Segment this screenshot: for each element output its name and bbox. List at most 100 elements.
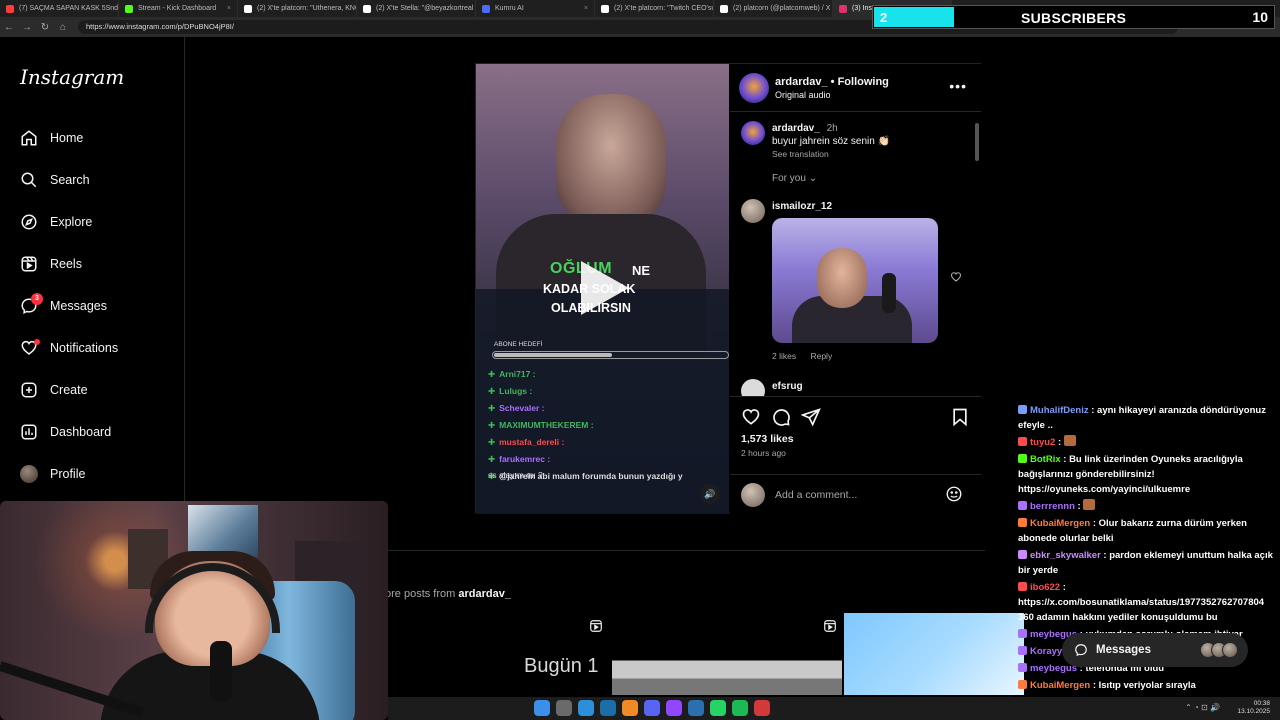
browser-tab[interactable]: (2) X'te platcorn: "Twitch CEO'su× — [595, 0, 714, 17]
sidebar-item-search[interactable]: Search — [0, 159, 185, 201]
video-goal-label: ABONE HEDEFİ — [494, 341, 543, 348]
tab-favicon-icon — [839, 4, 847, 13]
comment-sort-dropdown[interactable]: For you ⌄ — [772, 173, 817, 184]
share-icon[interactable] — [801, 407, 821, 427]
comment-icon[interactable] — [771, 407, 791, 427]
message-avatars — [1200, 642, 1238, 658]
chat-message: berrrennn : — [1013, 498, 1280, 515]
twitch-icon[interactable] — [666, 700, 682, 716]
home-icon[interactable]: ⌂ — [54, 22, 72, 33]
see-translation-link[interactable]: See translation — [772, 149, 829, 159]
post-time: 2 hours ago — [741, 448, 786, 458]
caption-username-text[interactable]: ardardav_ — [772, 123, 820, 134]
post-username[interactable]: ardardav_ • Following — [775, 76, 889, 88]
post-thumbnail[interactable] — [385, 613, 610, 695]
play-icon[interactable] — [581, 261, 629, 315]
comment-image[interactable] — [772, 218, 938, 343]
following-button[interactable]: Following — [838, 76, 889, 88]
original-audio-link[interactable]: Original audio — [775, 90, 831, 100]
instagram-logo[interactable]: Instagram — [20, 65, 124, 89]
avatar[interactable] — [741, 121, 765, 145]
messages-bar[interactable]: Messages — [1062, 633, 1248, 667]
more-options-icon[interactable]: ••• — [949, 78, 967, 94]
post-thumbnail[interactable] — [844, 613, 1024, 695]
forward-icon[interactable]: → — [18, 22, 36, 33]
video-chat-name: mustafa_dereli : — [499, 437, 565, 447]
add-comment-input[interactable]: Add a comment... — [775, 489, 857, 501]
reply-button[interactable]: Reply — [810, 351, 832, 361]
whatsapp-icon[interactable] — [710, 700, 726, 716]
likes-count[interactable]: 1,573 likes — [741, 433, 794, 445]
chat-message: ibo622 : https://x.com/bosunatiklama/sta… — [1013, 579, 1280, 626]
subscriber-goal-overlay: 2 SUBSCRIBERS 10 — [872, 5, 1275, 29]
comments-scrollbar[interactable] — [974, 113, 980, 396]
stream-chat-overlay: MuhalifDeniz : aynı hikayeyi aranızda dö… — [1013, 402, 1280, 720]
comment-username[interactable]: efsrug — [772, 381, 803, 392]
sidebar-item-label: Notifications — [50, 341, 119, 355]
more-posts-username[interactable]: ardardav_ — [458, 588, 511, 600]
comment-username[interactable]: ismailozr_12 — [772, 201, 832, 212]
system-tray[interactable]: ⌃ ◔ ⊡ 🔊 — [1185, 703, 1220, 712]
sidebar-item-reels[interactable]: Reels — [0, 243, 185, 285]
reload-icon[interactable]: ↻ — [36, 22, 54, 33]
discord-icon[interactable] — [644, 700, 660, 716]
avatar — [741, 483, 765, 507]
browser-tab[interactable]: Kumru AI × — [476, 0, 595, 17]
tab-label: (2) X'te Stella: "@beyazkortreal 8 — [376, 5, 476, 12]
volume-icon[interactable]: 🔊 — [700, 484, 720, 504]
sidebar-item-notifications[interactable]: Notifications — [0, 327, 185, 369]
start-icon[interactable] — [534, 700, 550, 716]
tab-label: (2) platcorn (@platcornweb) / X — [733, 5, 831, 12]
post-thumbnail[interactable] — [612, 613, 842, 695]
sidebar-item-profile[interactable]: Profile — [0, 453, 185, 495]
avatar[interactable] — [741, 379, 765, 396]
post-username-text[interactable]: ardardav_ — [775, 76, 828, 88]
firefox-icon[interactable] — [622, 700, 638, 716]
steam-icon[interactable] — [600, 700, 616, 716]
edge-icon[interactable] — [578, 700, 594, 716]
tab-label: (7) SAÇMA SAPAN KASK 5Snden — [19, 5, 119, 12]
avatar[interactable] — [739, 73, 769, 103]
sidebar-item-dashboard[interactable]: Dashboard — [0, 411, 185, 453]
comments-list: ardardav_ 2h buyur jahrein söz senin 👏🏻 … — [730, 113, 981, 396]
chat-username: KubaiMergen — [1030, 518, 1091, 529]
browser-tab[interactable]: (2) platcorn (@platcornweb) / X× — [714, 0, 833, 17]
sidebar-item-messages[interactable]: 3 Messages — [0, 285, 185, 327]
close-tab-icon[interactable]: × — [227, 5, 231, 12]
browser-tab[interactable]: (7) SAÇMA SAPAN KASK 5Snden× — [0, 0, 119, 17]
caption-username[interactable]: ardardav_ 2h — [772, 123, 838, 134]
search-icon[interactable] — [556, 700, 572, 716]
messages-icon — [1075, 644, 1087, 657]
comment-like-icon[interactable] — [950, 271, 962, 283]
chat-text: : — [1074, 501, 1084, 512]
caption-time: 2h — [826, 123, 838, 134]
sidebar-item-explore[interactable]: Explore — [0, 201, 185, 243]
browser-tab[interactable]: (2) X'te Stella: "@beyazkortreal 8× — [357, 0, 476, 17]
taskbar-clock[interactable]: 00:38 13.10.2025 — [1237, 700, 1270, 716]
sidebar-item-label: Profile — [50, 467, 86, 481]
browser-tab[interactable]: (2) X'te platcorn: "Uthenera, KNG× — [238, 0, 357, 17]
browser-tab[interactable]: Stream - Kick Dashboard × — [119, 0, 238, 17]
like-icon[interactable] — [741, 407, 761, 427]
clock-time: 00:38 — [1253, 700, 1270, 707]
emoji-icon[interactable] — [945, 485, 963, 503]
close-tab-icon[interactable]: × — [584, 5, 588, 12]
search-icon — [21, 172, 37, 188]
chat-badge-icon: ✚ — [488, 369, 496, 379]
post-video[interactable]: OĞLUM NE KADAR SOLAK OLABILIRSIN ABONE H… — [476, 64, 729, 514]
back-icon[interactable]: ← — [0, 22, 18, 33]
tab-favicon-icon — [363, 4, 371, 13]
notification-dot — [34, 339, 40, 345]
sidebar-item-home[interactable]: Home — [0, 117, 185, 159]
comment-likes[interactable]: 2 likes — [772, 351, 796, 361]
obs-icon[interactable] — [754, 700, 770, 716]
tab-label: (2) X'te platcorn: "Twitch CEO'su — [614, 5, 714, 12]
sidebar-item-create[interactable]: Create — [0, 369, 185, 411]
tab-favicon-icon — [482, 4, 490, 13]
scrollbar-thumb[interactable] — [975, 123, 979, 161]
bookmark-icon[interactable] — [950, 407, 970, 427]
spotify-icon[interactable] — [732, 700, 748, 716]
app-icon[interactable] — [688, 700, 704, 716]
avatar[interactable] — [741, 199, 765, 223]
video-chat-line: ✚ Schevaler : — [488, 403, 728, 420]
